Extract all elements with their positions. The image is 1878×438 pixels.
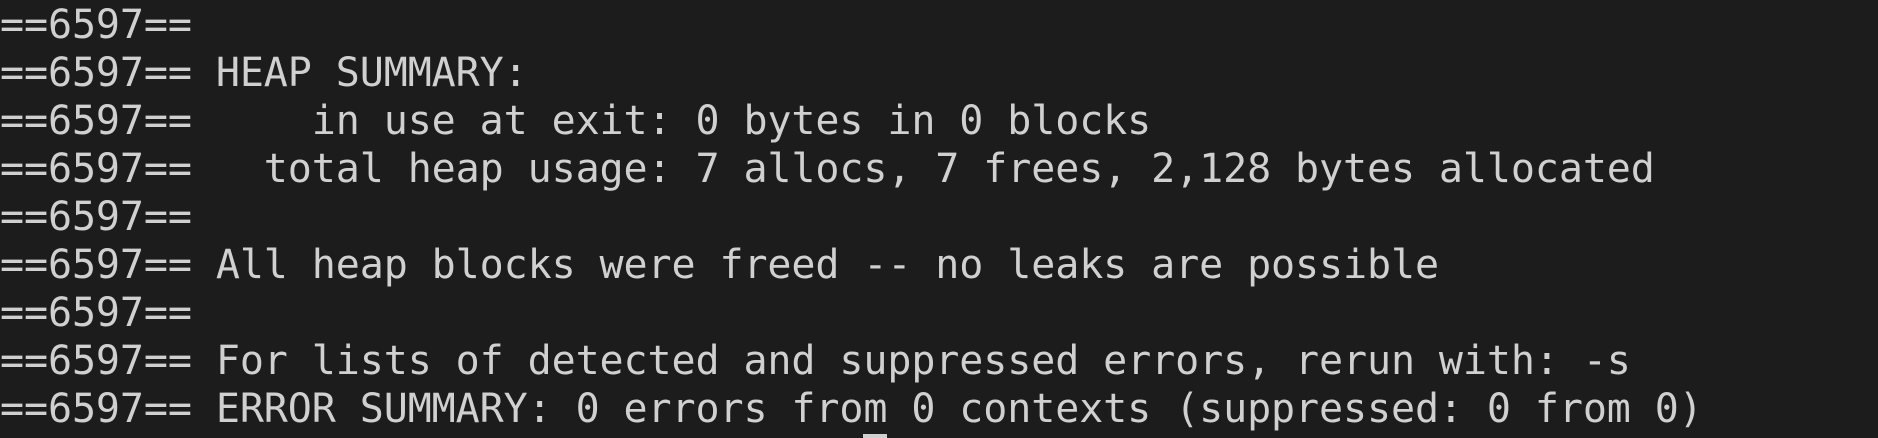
terminal-line: ==6597== All heap blocks were freed -- n… (0, 242, 1439, 288)
text-cursor (863, 434, 887, 438)
terminal-window[interactable]: ==6597== ==6597== HEAP SUMMARY: ==6597==… (0, 0, 1878, 438)
terminal-line: ==6597== (0, 2, 192, 48)
terminal-line: ==6597== (0, 290, 192, 336)
terminal-line: ==6597== For lists of detected and suppr… (0, 338, 1631, 384)
terminal-line: ==6597== HEAP SUMMARY: (0, 50, 528, 96)
terminal-line: ==6597== total heap usage: 7 allocs, 7 f… (0, 146, 1655, 192)
terminal-output: ==6597== ==6597== HEAP SUMMARY: ==6597==… (0, 1, 1703, 433)
terminal-line: ==6597== in use at exit: 0 bytes in 0 bl… (0, 98, 1152, 144)
terminal-line: ==6597== ERROR SUMMARY: 0 errors from 0 … (0, 386, 1703, 432)
terminal-line: ==6597== (0, 194, 192, 240)
